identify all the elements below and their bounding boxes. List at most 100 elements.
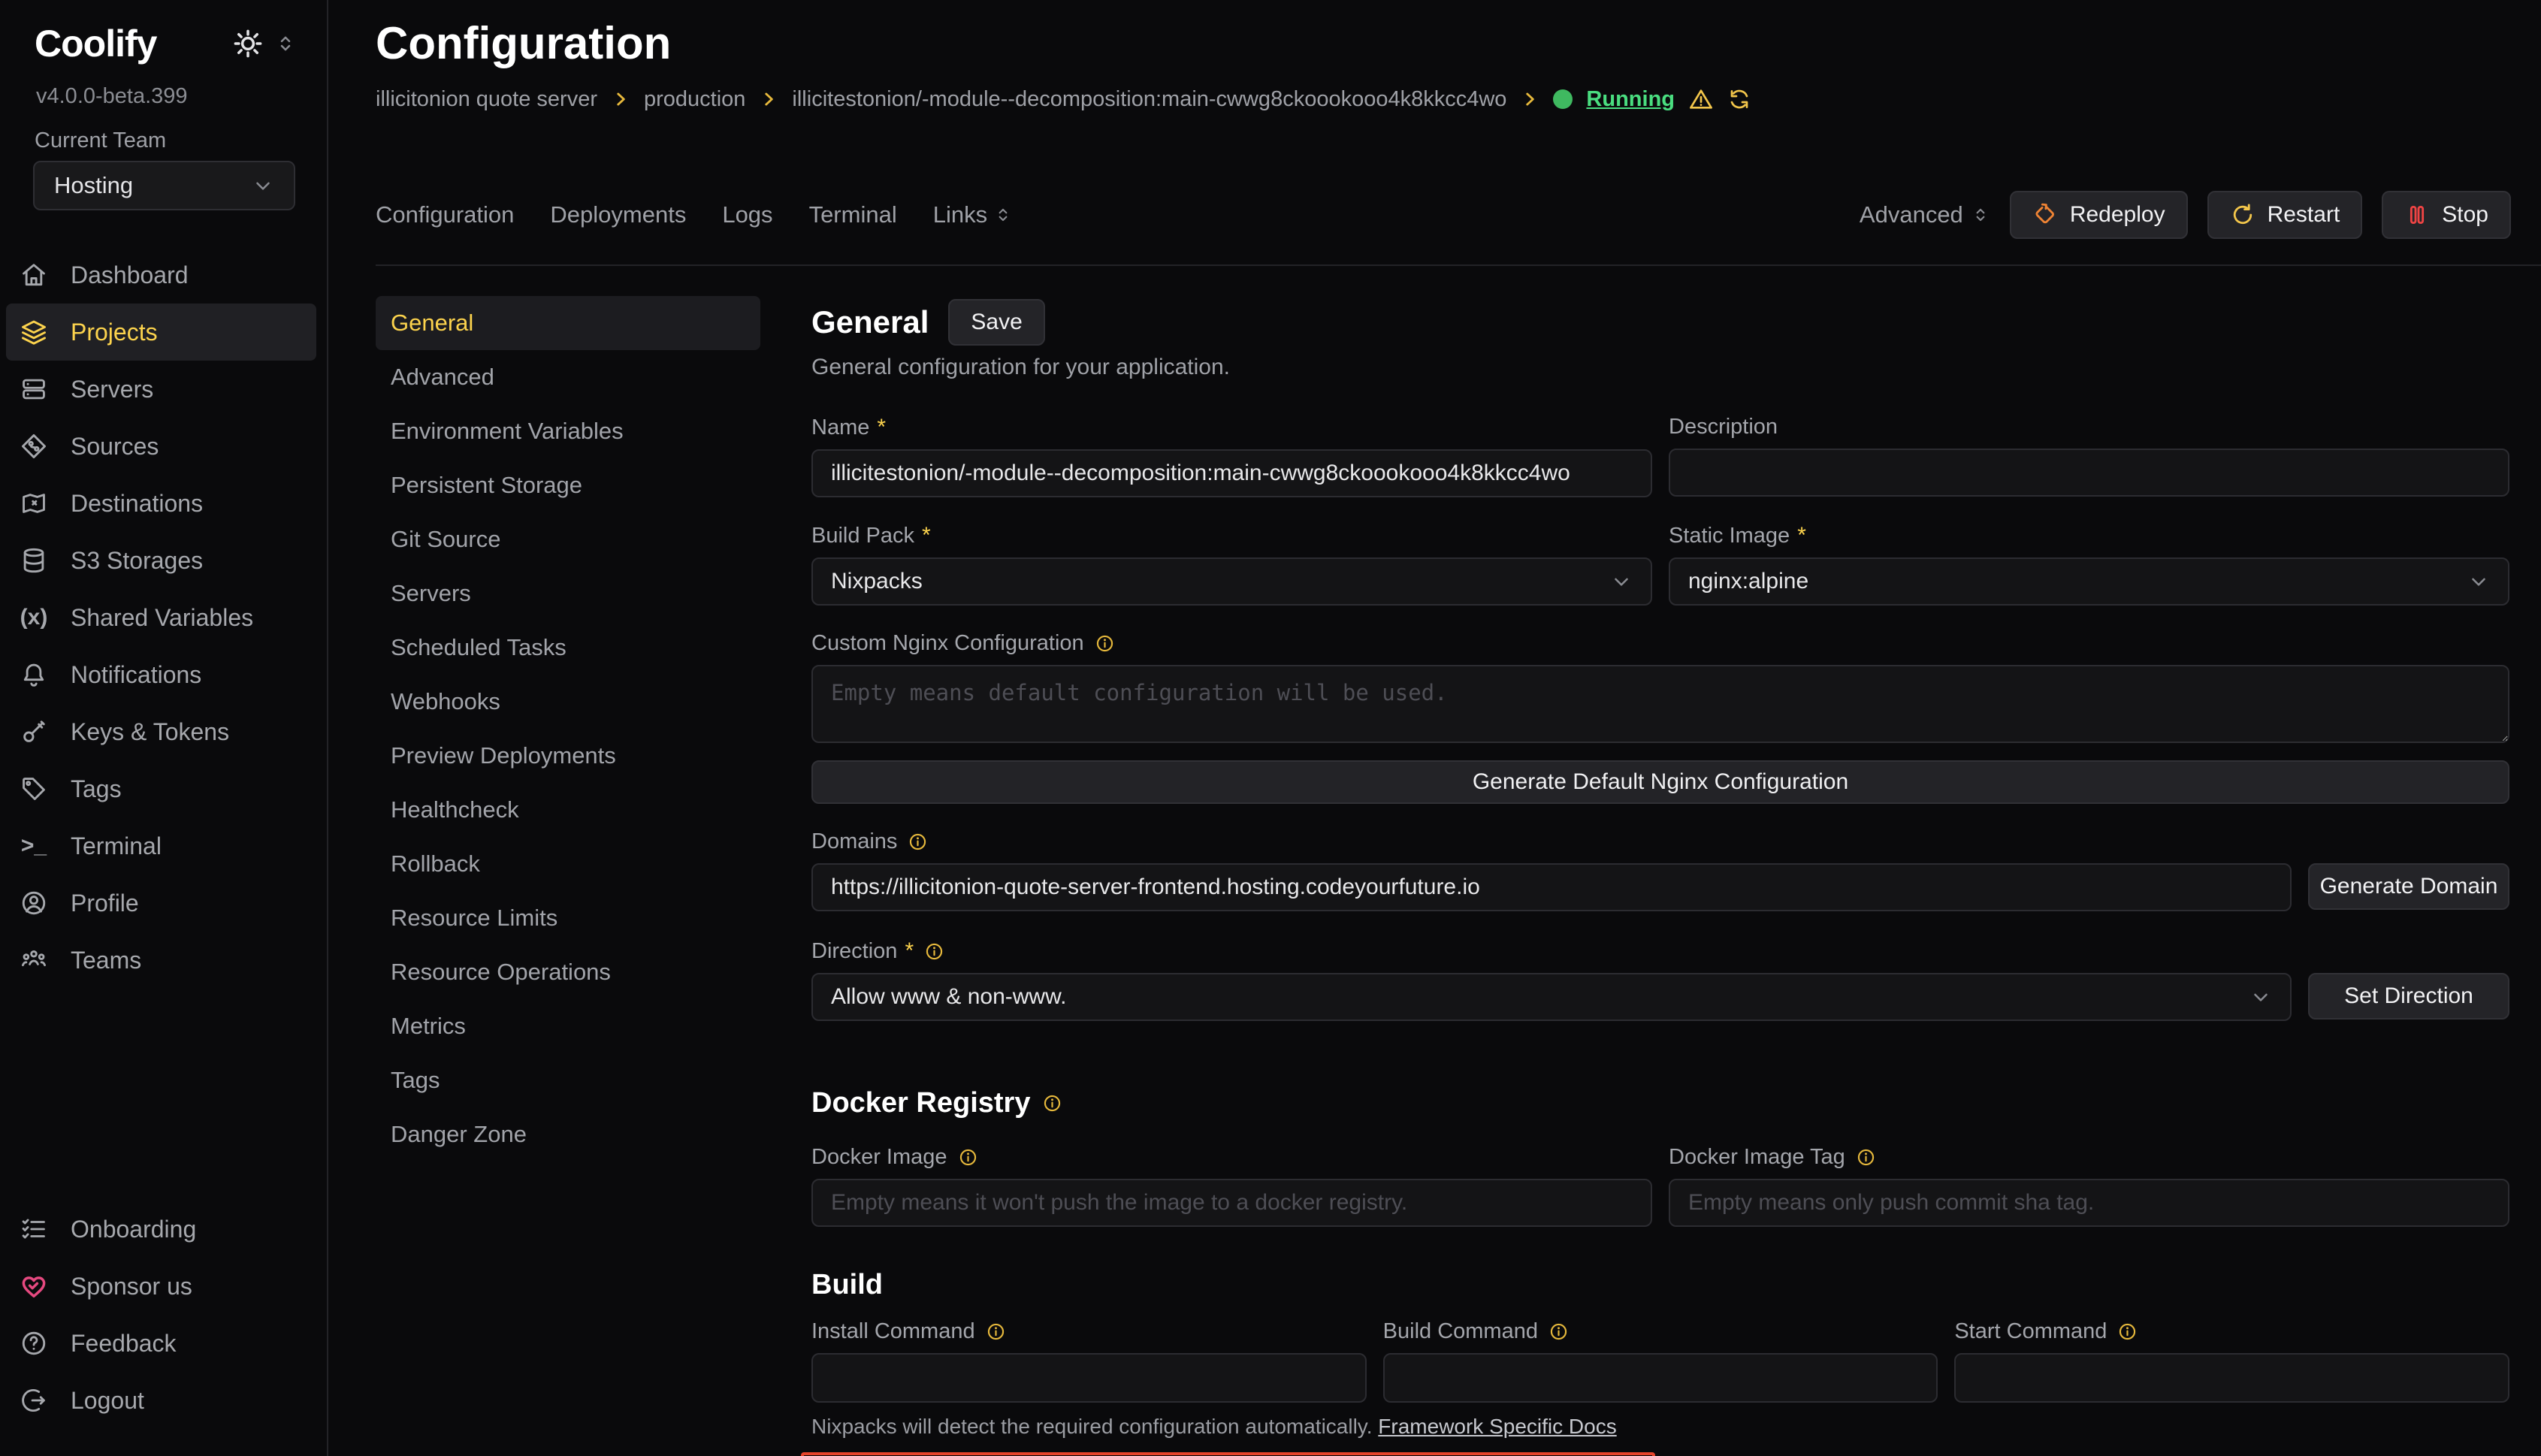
subnav-tags[interactable]: Tags [376, 1053, 760, 1107]
build-command-input[interactable] [1383, 1353, 1938, 1403]
static-image-label: Static Image [1669, 524, 1790, 548]
sidebar-item-sources[interactable]: Sources [6, 418, 316, 475]
home-icon [20, 261, 48, 289]
sidebar-item-tags[interactable]: Tags [6, 760, 316, 817]
subnav-git-source[interactable]: Git Source [376, 512, 760, 566]
info-icon[interactable] [924, 941, 944, 962]
map-icon [20, 489, 48, 518]
subnav-general[interactable]: General [376, 296, 760, 350]
subnav-healthcheck[interactable]: Healthcheck [376, 783, 760, 837]
tag-icon [20, 775, 48, 803]
users-icon [20, 946, 48, 974]
sidebar-item-shared-variables[interactable]: (x) Shared Variables [6, 589, 316, 646]
current-team-label: Current Team [0, 128, 327, 153]
info-icon[interactable] [908, 832, 928, 852]
subnav-scheduled-tasks[interactable]: Scheduled Tasks [376, 621, 760, 675]
restart-button[interactable]: Restart [2207, 191, 2363, 239]
domains-label: Domains [811, 829, 897, 854]
info-icon[interactable] [1548, 1322, 1569, 1342]
subnav-metrics[interactable]: Metrics [376, 999, 760, 1053]
status-badge[interactable]: Running [1586, 86, 1675, 113]
generate-domain-button[interactable]: Generate Domain [2308, 863, 2509, 910]
section-title-docker-registry: Docker Registry [811, 1087, 2509, 1119]
redeploy-button[interactable]: Redeploy [2010, 191, 2188, 239]
description-input[interactable] [1669, 449, 2509, 497]
info-icon[interactable] [2117, 1322, 2138, 1342]
warning-icon[interactable] [1688, 86, 1714, 112]
save-button[interactable]: Save [948, 299, 1044, 346]
info-icon[interactable] [1856, 1147, 1876, 1168]
build-pack-select[interactable]: Nixpacks [811, 557, 1652, 606]
sidebar-item-s3-storages[interactable]: S3 Storages [6, 532, 316, 589]
subnav-rollback[interactable]: Rollback [376, 837, 760, 891]
docker-image-tag-input[interactable] [1669, 1179, 2509, 1227]
sidebar-item-servers[interactable]: Servers [6, 361, 316, 418]
tab-deployments[interactable]: Deployments [550, 201, 686, 228]
sidebar-item-notifications[interactable]: Notifications [6, 646, 316, 703]
tab-links[interactable]: Links [933, 201, 1013, 228]
tab-logs[interactable]: Logs [722, 201, 772, 228]
sidebar: Coolify v4.0.0-beta.399 Current Team Hos… [0, 0, 328, 1456]
subnav-resource-operations[interactable]: Resource Operations [376, 945, 760, 999]
subnav-advanced[interactable]: Advanced [376, 350, 760, 404]
subnav-persistent-storage[interactable]: Persistent Storage [376, 458, 760, 512]
chevron-right-icon [759, 89, 778, 109]
logout-icon [20, 1386, 48, 1415]
sidebar-item-teams[interactable]: Teams [6, 932, 316, 989]
sidebar-item-terminal[interactable]: >_ Terminal [6, 817, 316, 875]
tab-configuration[interactable]: Configuration [376, 201, 514, 228]
description-label: Description [1669, 415, 1778, 440]
generate-nginx-button[interactable]: Generate Default Nginx Configuration [811, 760, 2509, 804]
user-icon [20, 889, 48, 917]
sidebar-item-logout[interactable]: Logout [6, 1372, 316, 1429]
subnav-danger-zone[interactable]: Danger Zone [376, 1107, 760, 1161]
advanced-toggle[interactable]: Advanced [1860, 201, 1990, 228]
name-input[interactable] [811, 449, 1652, 497]
custom-nginx-textarea[interactable] [811, 665, 2509, 743]
info-icon[interactable] [958, 1147, 978, 1168]
server-icon [20, 375, 48, 403]
sidebar-item-sponsor[interactable]: Sponsor us [6, 1258, 316, 1315]
subnav-webhooks[interactable]: Webhooks [376, 675, 760, 729]
info-icon[interactable] [1095, 633, 1115, 654]
stop-button[interactable]: Stop [2382, 191, 2511, 239]
sidebar-item-keys-tokens[interactable]: Keys & Tokens [6, 703, 316, 760]
breadcrumb-environment[interactable]: production [644, 86, 745, 113]
theme-sun-icon[interactable] [232, 28, 264, 59]
sidebar-item-profile[interactable]: Profile [6, 875, 316, 932]
start-command-input[interactable] [1954, 1353, 2509, 1403]
info-icon[interactable] [986, 1322, 1006, 1342]
breadcrumb-application[interactable]: illicitestonion/-module--decomposition:m… [792, 86, 1506, 113]
subnav-servers[interactable]: Servers [376, 566, 760, 621]
framework-docs-link[interactable]: Framework Specific Docs [1378, 1415, 1616, 1438]
sidebar-item-destinations[interactable]: Destinations [6, 475, 316, 532]
direction-select[interactable]: Allow www & non-www. [811, 973, 2292, 1021]
refresh-icon[interactable] [1727, 87, 1751, 111]
sidebar-item-onboarding[interactable]: Onboarding [6, 1201, 316, 1258]
variable-icon: (x) [20, 605, 48, 630]
docker-image-input[interactable] [811, 1179, 1652, 1227]
page-title: Configuration [376, 17, 2541, 71]
team-select[interactable]: Hosting [33, 161, 295, 210]
sidebar-item-dashboard[interactable]: Dashboard [6, 246, 316, 304]
heart-icon [20, 1272, 48, 1300]
info-icon[interactable] [1042, 1093, 1062, 1113]
chevron-down-icon [2467, 570, 2490, 593]
install-command-input[interactable] [811, 1353, 1367, 1403]
theme-selector-chevrons-icon[interactable] [274, 32, 297, 55]
database-icon [20, 546, 48, 575]
build-command-label: Build Command [1383, 1319, 1538, 1344]
static-image-select[interactable]: nginx:alpine [1669, 557, 2509, 606]
subnav-preview-deployments[interactable]: Preview Deployments [376, 729, 760, 783]
domains-input[interactable] [811, 863, 2292, 911]
bell-icon [20, 660, 48, 689]
chevrons-up-down-icon [993, 205, 1013, 225]
tab-terminal[interactable]: Terminal [809, 201, 897, 228]
subnav-resource-limits[interactable]: Resource Limits [376, 891, 760, 945]
sidebar-item-projects[interactable]: Projects [6, 304, 316, 361]
set-direction-button[interactable]: Set Direction [2308, 973, 2509, 1020]
tabs-row: Configuration Deployments Logs Terminal … [376, 191, 2541, 266]
breadcrumb-project[interactable]: illicitonion quote server [376, 86, 597, 113]
subnav-environment-variables[interactable]: Environment Variables [376, 404, 760, 458]
sidebar-item-feedback[interactable]: Feedback [6, 1315, 316, 1372]
